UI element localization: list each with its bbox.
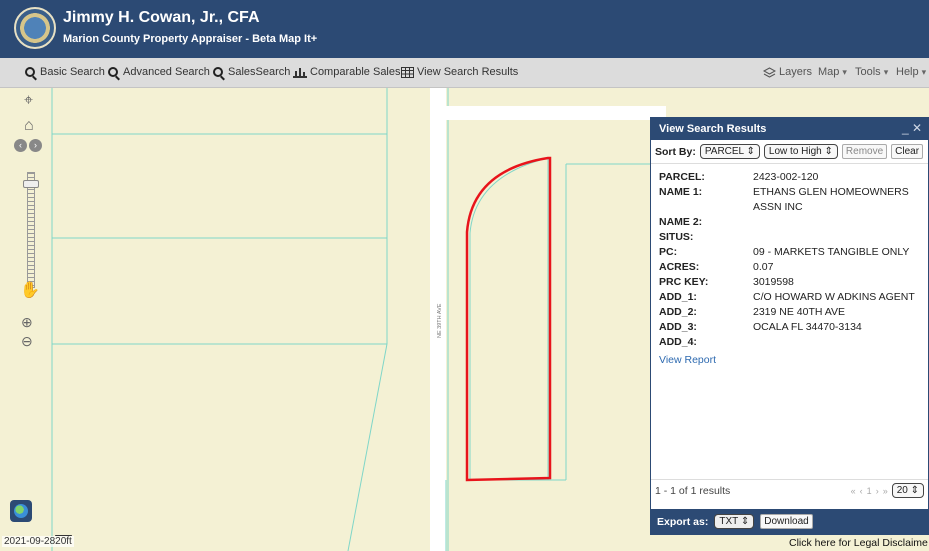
- results-count: 1 - 1 of 1 results: [655, 484, 731, 497]
- table-icon: [401, 66, 414, 78]
- zoom-slider-handle[interactable]: [23, 180, 39, 188]
- advanced-search-button[interactable]: Advanced Search: [108, 66, 210, 78]
- map-date-scale: 2021-09-2820ft: [2, 536, 74, 547]
- zoom-out-icon[interactable]: ⊖: [21, 333, 33, 350]
- sort-field-select[interactable]: PARCEL ⇕: [699, 144, 760, 159]
- field-row: SITUS:: [659, 231, 694, 243]
- download-button[interactable]: Download: [760, 514, 813, 529]
- street-label: NE 39TH AVE: [437, 303, 443, 338]
- search-icon: [213, 67, 223, 77]
- export-format-select[interactable]: TXT ⇕: [714, 514, 755, 529]
- chevron-down-icon: ▾: [921, 66, 927, 77]
- pagination: « ‹ 1 › » 20 ⇕: [851, 483, 924, 498]
- layers-button[interactable]: Layers: [763, 66, 812, 78]
- county-seal-logo: [14, 7, 56, 49]
- next-page-icon[interactable]: ›: [876, 486, 879, 496]
- chevron-down-icon: ▾: [842, 66, 847, 77]
- export-label: Export as:: [657, 515, 709, 528]
- current-page[interactable]: 1: [867, 486, 872, 496]
- field-row: PARCEL: 2423-002-120: [659, 171, 819, 183]
- layers-icon: [763, 66, 776, 78]
- field-row: PRC KEY: 3019598: [659, 276, 794, 288]
- basemap-globe-icon[interactable]: [10, 500, 32, 522]
- view-search-results-button[interactable]: View Search Results: [401, 66, 518, 78]
- appraiser-name: Jimmy H. Cowan, Jr., CFA: [63, 9, 260, 26]
- field-row: PC: 09 - MARKETS TANGIBLE ONLY: [659, 246, 910, 258]
- close-icon[interactable]: _ ✕: [902, 121, 922, 135]
- field-row: ACRES: 0.07: [659, 261, 774, 273]
- basic-search-button[interactable]: Basic Search: [25, 66, 105, 78]
- result-fields: PARCEL: 2423-002-120 NAME 1: ETHANS GLEN H…: [651, 164, 928, 366]
- sales-search-button[interactable]: SalesSearch: [213, 66, 290, 78]
- zoom-in-icon[interactable]: ⊕: [21, 314, 33, 331]
- zoom-slider-track[interactable]: [27, 172, 35, 288]
- map-menu[interactable]: Map ▾: [818, 66, 847, 78]
- app-header: Jimmy H. Cowan, Jr., CFA Marion County P…: [0, 0, 929, 58]
- tools-menu[interactable]: Tools ▾: [855, 66, 888, 78]
- results-footer: 1 - 1 of 1 results « ‹ 1 › » 20 ⇕: [651, 479, 928, 501]
- last-page-icon[interactable]: »: [883, 486, 888, 496]
- field-row: NAME 2:: [659, 216, 703, 228]
- home-icon[interactable]: ⌂: [24, 117, 34, 135]
- legal-disclaimer-link[interactable]: Click here for Legal Disclaime: [789, 537, 928, 549]
- export-bar: Export as: TXT ⇕ Download: [651, 509, 928, 534]
- sort-order-select[interactable]: Low to High ⇕: [763, 144, 838, 159]
- app-subtitle: Marion County Property Appraiser - Beta …: [63, 33, 318, 45]
- field-row: ADD_2: 2319 NE 40TH AVE: [659, 306, 846, 318]
- field-row: ADD_1: C/O HOWARD W ADKINS AGENT: [659, 291, 915, 303]
- search-results-panel: View Search Results _ ✕ Sort By: PARCEL …: [650, 117, 929, 535]
- main-toolbar: Basic Search Advanced Search SalesSearch…: [0, 58, 929, 88]
- chevron-down-icon: ▾: [883, 66, 889, 77]
- chart-icon: [293, 67, 307, 78]
- selected-parcel-outline: [465, 156, 552, 482]
- page-size-select[interactable]: 20 ⇕: [891, 483, 924, 498]
- road-cross-street: [446, 106, 666, 120]
- pan-left-icon[interactable]: ‹: [14, 139, 27, 152]
- clear-button[interactable]: Clear: [891, 144, 924, 159]
- search-icon: [108, 67, 118, 77]
- sort-label: Sort By:: [655, 145, 696, 158]
- pan-hand-icon[interactable]: ✋: [20, 280, 40, 300]
- field-row: ADD_4:: [659, 336, 697, 348]
- field-row: ADD_3: OCALA FL 34470-3134: [659, 321, 862, 333]
- help-menu[interactable]: Help ▾: [896, 66, 926, 78]
- locate-crosshair-icon[interactable]: ⌖: [24, 92, 33, 110]
- panel-title-bar: View Search Results _ ✕: [651, 118, 928, 140]
- view-report-link[interactable]: View Report: [659, 354, 716, 366]
- first-page-icon[interactable]: «: [851, 486, 856, 496]
- remove-button[interactable]: Remove: [841, 144, 888, 159]
- pan-buttons: ‹ ›: [14, 139, 42, 152]
- pan-right-icon[interactable]: ›: [29, 139, 42, 152]
- comparable-sales-button[interactable]: Comparable Sales: [293, 66, 401, 78]
- field-row: NAME 1: ETHANS GLEN HOMEOWNERS ASSN INC: [659, 186, 909, 213]
- search-icon: [25, 67, 35, 77]
- sort-bar: Sort By: PARCEL ⇕ Low to High ⇕ Remove C…: [651, 140, 928, 164]
- prev-page-icon[interactable]: ‹: [860, 486, 863, 496]
